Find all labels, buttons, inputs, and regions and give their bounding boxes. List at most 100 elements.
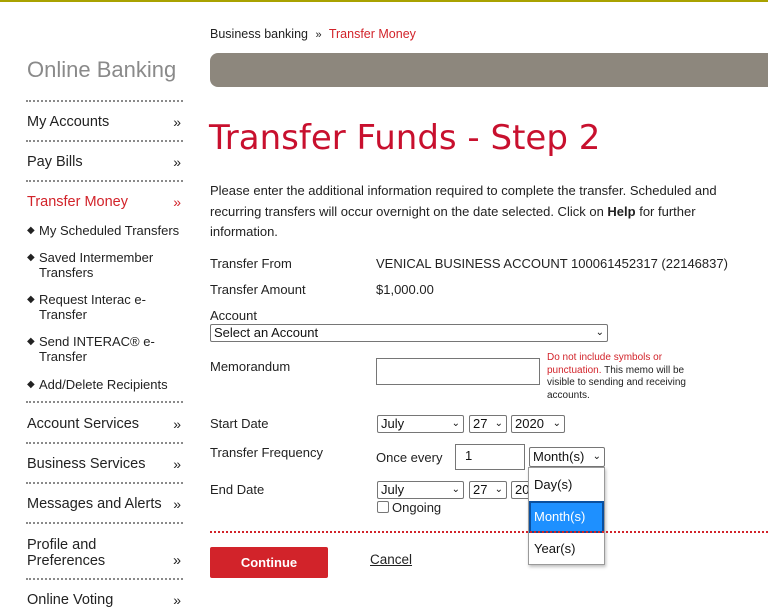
- chevron-down-icon: ⌄: [494, 484, 503, 495]
- chevron-right-icon: »: [173, 194, 181, 210]
- chevron-right-icon: »: [173, 416, 181, 432]
- sidebar-divider: [26, 401, 183, 403]
- diamond-bullet-icon: ◆: [27, 294, 35, 305]
- ongoing-label: Ongoing: [392, 500, 442, 515]
- chevron-right-icon: »: [173, 553, 182, 569]
- start-day-select[interactable]: 27 ⌄: [469, 415, 507, 433]
- breadcrumb-current: Transfer Money: [328, 27, 416, 41]
- sidebar-divider: [26, 522, 183, 524]
- sidebar-item-label: Profile and Preferences: [27, 537, 106, 569]
- memorandum-note: Do not include symbols or punctuation. T…: [547, 352, 712, 402]
- transfer-amount-value: $1,000.00: [376, 282, 434, 297]
- sidebar-item-label: Business Services: [27, 456, 146, 472]
- intro-text: Please enter the additional information …: [210, 181, 735, 243]
- sidebar-item-my-accounts[interactable]: My Accounts »: [27, 114, 181, 130]
- frequency-unit-dropdown: Day(s) Month(s) Year(s): [528, 467, 605, 565]
- sidebar-item-label: Messages and Alerts: [27, 496, 162, 512]
- frequency-unit-value: Month(s): [533, 449, 585, 464]
- end-date-label: End Date: [210, 482, 265, 497]
- transfer-from-value: VENICAL BUSINESS ACCOUNT 100061452317 (2…: [376, 256, 728, 271]
- chevron-down-icon: ⌄: [494, 418, 503, 429]
- sidebar-item-label: Transfer Money: [27, 194, 128, 210]
- diamond-bullet-icon: ◆: [27, 379, 35, 390]
- transfer-from-label: Transfer From: [210, 256, 292, 271]
- start-date-label: Start Date: [210, 416, 269, 431]
- sidebar-divider: [26, 578, 183, 580]
- sidebar-subitem-send-interac[interactable]: ◆ Send INTERAC® e-Transfer: [26, 334, 183, 364]
- end-day-value: 27: [473, 482, 488, 497]
- chevron-down-icon: ⌄: [592, 451, 601, 462]
- sidebar-subitem-add-delete-recipients[interactable]: ◆ Add/Delete Recipients: [26, 377, 183, 392]
- sidebar-subitem-saved-intermember[interactable]: ◆ Saved Intermember Transfers: [26, 250, 183, 280]
- frequency-option-years[interactable]: Year(s): [529, 533, 604, 565]
- breadcrumb-parent-link[interactable]: Business banking: [210, 27, 308, 41]
- help-link[interactable]: Help: [607, 204, 635, 219]
- chevron-down-icon: ⌄: [595, 327, 604, 338]
- sidebar-subitem-label: My Scheduled Transfers: [39, 223, 180, 238]
- transfer-amount-label: Transfer Amount: [210, 282, 306, 297]
- sidebar-item-pay-bills[interactable]: Pay Bills »: [27, 154, 181, 170]
- start-year-value: 2020: [515, 416, 544, 431]
- memorandum-input[interactable]: [376, 358, 540, 385]
- sidebar-item-messages-alerts[interactable]: Messages and Alerts »: [27, 496, 181, 512]
- account-label: Account: [210, 308, 257, 323]
- start-day-value: 27: [473, 416, 488, 431]
- diamond-bullet-icon: ◆: [27, 252, 35, 263]
- page-title: Transfer Funds - Step 2: [209, 118, 601, 158]
- cancel-link[interactable]: Cancel: [370, 552, 412, 567]
- once-every-label: Once every: [376, 450, 443, 465]
- sidebar-title: Online Banking: [27, 57, 177, 82]
- sidebar-subitem-request-interac[interactable]: ◆ Request Interac e-Transfer: [26, 292, 183, 322]
- frequency-option-days[interactable]: Day(s): [529, 469, 604, 501]
- form-divider: [210, 531, 768, 533]
- sidebar-item-label: Account Services: [27, 416, 140, 432]
- sidebar-item-transfer-money[interactable]: Transfer Money »: [27, 194, 181, 210]
- end-month-select[interactable]: July ⌄: [377, 481, 464, 499]
- top-accent-line: [0, 0, 768, 2]
- start-year-select[interactable]: 2020 ⌄: [511, 415, 565, 433]
- sidebar-item-profile-preferences[interactable]: Profile and Preferences: [27, 537, 162, 569]
- frequency-count-input[interactable]: 1: [455, 444, 525, 470]
- sidebar-item-label: My Accounts: [27, 114, 110, 130]
- end-month-value: July: [381, 482, 405, 497]
- sidebar-item-label: Online Voting: [27, 592, 114, 607]
- end-day-select[interactable]: 27 ⌄: [469, 481, 507, 499]
- start-month-value: July: [381, 416, 405, 431]
- chevron-right-icon: »: [173, 592, 181, 607]
- chevron-down-icon: ⌄: [451, 484, 460, 495]
- continue-button[interactable]: Continue: [210, 547, 328, 578]
- sidebar-item-label: Pay Bills: [27, 154, 83, 170]
- sidebar-subitem-label: Send INTERAC® e-Transfer: [39, 334, 155, 364]
- header-banner: [210, 53, 768, 87]
- sidebar-subitem-label: Add/Delete Recipients: [39, 377, 168, 392]
- diamond-bullet-icon: ◆: [27, 336, 35, 347]
- sidebar-divider: [26, 180, 183, 182]
- frequency-unit-select[interactable]: Month(s) ⌄: [529, 447, 605, 467]
- transfer-frequency-label: Transfer Frequency: [210, 445, 323, 460]
- sidebar-subitem-label: Saved Intermember Transfers: [39, 250, 154, 280]
- sidebar-divider: [26, 140, 183, 142]
- memorandum-label: Memorandum: [210, 359, 291, 374]
- diamond-bullet-icon: ◆: [27, 225, 35, 236]
- frequency-option-months[interactable]: Month(s): [529, 501, 604, 533]
- chevron-down-icon: ⌄: [451, 418, 460, 429]
- breadcrumb: Business banking » Transfer Money: [210, 27, 416, 41]
- breadcrumb-separator: »: [315, 29, 322, 41]
- sidebar-subitem-label: Request Interac e-Transfer: [39, 292, 146, 322]
- sidebar-item-account-services[interactable]: Account Services »: [27, 416, 181, 432]
- chevron-down-icon: ⌄: [552, 418, 561, 429]
- chevron-right-icon: »: [173, 154, 181, 170]
- sidebar-divider: [26, 482, 183, 484]
- sidebar-subitem-scheduled-transfers[interactable]: ◆ My Scheduled Transfers: [26, 223, 183, 238]
- sidebar-item-online-voting[interactable]: Online Voting »: [27, 592, 181, 607]
- sidebar-divider: [26, 442, 183, 444]
- ongoing-checkbox[interactable]: [377, 501, 389, 513]
- chevron-right-icon: »: [173, 496, 181, 512]
- sidebar-divider: [26, 100, 183, 102]
- chevron-right-icon: »: [173, 114, 181, 130]
- chevron-right-icon: »: [173, 456, 181, 472]
- account-select-value: Select an Account: [214, 325, 319, 340]
- account-select[interactable]: Select an Account ⌄: [210, 324, 608, 342]
- start-month-select[interactable]: July ⌄: [377, 415, 464, 433]
- sidebar-item-business-services[interactable]: Business Services »: [27, 456, 181, 472]
